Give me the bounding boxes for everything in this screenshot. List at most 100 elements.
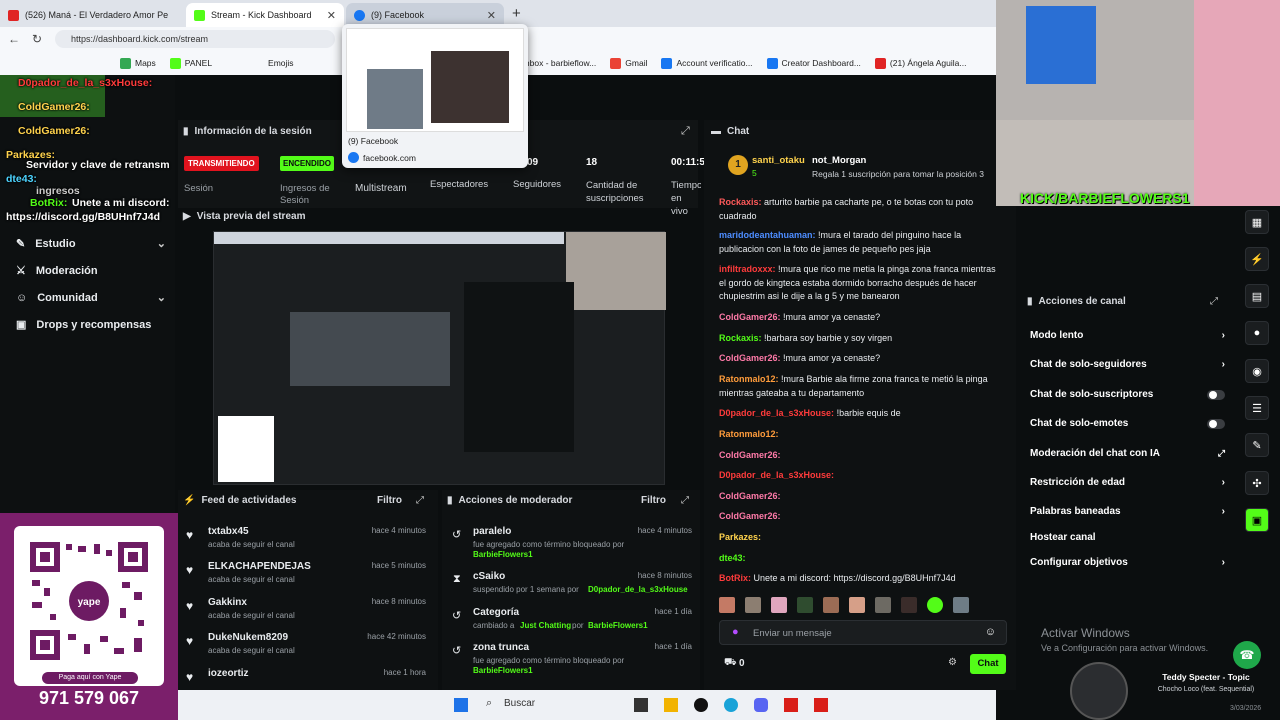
bookmark-angela[interactable]: (21) Ángela Aguila...: [874, 57, 966, 69]
support-icon[interactable]: ☎: [1233, 641, 1261, 669]
rail-apps-icon[interactable]: ✣: [1245, 471, 1269, 495]
bookmark-panel[interactable]: PANEL: [169, 57, 212, 69]
rail-list-icon[interactable]: ☰: [1245, 396, 1269, 420]
emote-icon[interactable]: [823, 597, 839, 613]
expand-icon[interactable]: ⤢: [681, 125, 690, 138]
mod-item-by[interactable]: BarbieFlowers1: [473, 550, 533, 559]
action-hostear-canal[interactable]: Hostear canal: [1030, 532, 1225, 543]
tab-kick-dashboard[interactable]: Stream - Kick Dashboard ✕: [186, 3, 344, 27]
sidebar-item-drops[interactable]: ▣ Drops y recompensas: [16, 318, 176, 332]
action-solo-suscriptores[interactable]: Chat de solo-suscriptores: [1030, 389, 1225, 400]
action-configurar-objetivos[interactable]: Configurar objetivos ›: [1030, 557, 1225, 568]
url-field[interactable]: https://dashboard.kick.com/stream: [55, 30, 335, 48]
action-restriccion-edad[interactable]: Restricción de edad ›: [1030, 477, 1225, 488]
app-icon[interactable]: [814, 698, 828, 712]
emote-icon[interactable]: [849, 597, 865, 613]
chat-username[interactable]: ColdGamer26:: [719, 353, 781, 363]
gear-icon[interactable]: ⚙: [948, 657, 957, 668]
expand-icon[interactable]: ⤢: [681, 495, 689, 506]
task-view-icon[interactable]: [634, 698, 648, 712]
chat-username[interactable]: Rockaxis:: [719, 197, 762, 207]
toggle-switch[interactable]: [1207, 389, 1225, 400]
chat-username[interactable]: ColdGamer26:: [719, 312, 781, 322]
action-solo-emotes[interactable]: Chat de solo-emotes: [1030, 418, 1225, 429]
edge-icon[interactable]: [724, 698, 738, 712]
emoji-icon[interactable]: ☺: [985, 626, 996, 638]
mod-item-by[interactable]: BarbieFlowers1: [473, 666, 533, 675]
tab-youtube[interactable]: (526) Maná - El Verdadero Amor Pe: [0, 3, 185, 27]
emote-icon[interactable]: [719, 597, 735, 613]
chat-username[interactable]: Parkazes:: [719, 532, 761, 542]
bookmark-account[interactable]: Account verificatio...: [661, 57, 753, 69]
chat-input[interactable]: ● Enviar un mensaje ☺: [719, 620, 1007, 645]
chat-username[interactable]: Rockaxis:: [719, 333, 762, 343]
maps-icon: [120, 57, 131, 69]
close-tab-icon[interactable]: ✕: [487, 9, 496, 22]
mod-filter-button[interactable]: Filtro: [641, 495, 666, 506]
chat-username[interactable]: maridodeantahuaman:: [719, 230, 816, 240]
bookmark-creator[interactable]: Creator Dashboard...: [766, 57, 861, 69]
bookmark-emojis[interactable]: Emojis: [268, 58, 294, 68]
emote-icon[interactable]: [875, 597, 891, 613]
chat-username[interactable]: ColdGamer26:: [719, 450, 781, 460]
taskbar-search[interactable]: Buscar: [504, 698, 535, 709]
emote-icon[interactable]: [797, 597, 813, 613]
rail-broadcast-icon[interactable]: ◉: [1245, 359, 1269, 383]
bookmark-label: Inbox - barbieflow...: [522, 58, 597, 68]
app-icon[interactable]: [784, 698, 798, 712]
microphone-icon[interactable]: ●: [732, 626, 739, 638]
expand-icon[interactable]: ⤢: [1210, 296, 1218, 307]
toggle-switch[interactable]: [1207, 418, 1225, 429]
rail-kick-icon[interactable]: ▣: [1245, 508, 1269, 532]
action-moderacion-ia[interactable]: Moderación del chat con IA ⤢: [1030, 448, 1225, 459]
heart-icon: ♥: [186, 634, 194, 648]
emote-icon[interactable]: [953, 597, 969, 613]
chat-username[interactable]: infiltradoxxx:: [719, 264, 776, 274]
chat-username[interactable]: Ratonmalo12:: [719, 374, 779, 384]
chat-username[interactable]: D0pador_de_la_s3xHouse:: [719, 470, 834, 480]
file-explorer-icon[interactable]: [664, 698, 678, 712]
sidebar-item-comunidad[interactable]: ☺ Comunidad ⌄: [16, 291, 166, 305]
chat-username[interactable]: D0pador_de_la_s3xHouse:: [719, 408, 834, 418]
stream-preview-video[interactable]: [213, 231, 666, 485]
rail-document-icon[interactable]: ▤: [1245, 284, 1269, 308]
chat-username[interactable]: ColdGamer26:: [719, 491, 781, 501]
action-palabras-baneadas[interactable]: Palabras baneadas ›: [1030, 506, 1225, 517]
obs-icon[interactable]: [694, 698, 708, 712]
rail-lightning-icon[interactable]: ⚡: [1245, 247, 1269, 271]
reload-icon[interactable]: ↻: [32, 32, 42, 46]
windows-start-icon[interactable]: [454, 698, 468, 712]
rail-chat-icon[interactable]: ▦: [1245, 210, 1269, 234]
mod-item-by[interactable]: D0pador_de_la_s3xHouse: [588, 585, 688, 594]
emote-icon[interactable]: [771, 597, 787, 613]
stat-value: 18: [586, 157, 598, 168]
gift-rank-icon: 1: [728, 155, 748, 175]
discord-icon[interactable]: [754, 698, 768, 712]
gift-user[interactable]: not_Morgan: [812, 155, 866, 166]
rail-message-icon[interactable]: ●: [1245, 321, 1269, 345]
mod-item-by[interactable]: Just Chatting: [520, 621, 571, 630]
chat-username[interactable]: dte43:: [719, 553, 746, 563]
sidebar-item-moderacion[interactable]: ⚔ Moderación: [16, 264, 166, 278]
pinned-user[interactable]: santi_otaku: [752, 155, 805, 166]
bookmark-maps[interactable]: Maps: [120, 57, 156, 69]
chat-username[interactable]: Ratonmalo12:: [719, 429, 779, 439]
back-icon[interactable]: ←: [8, 32, 20, 46]
new-tab-button[interactable]: +: [512, 5, 521, 22]
chat-username[interactable]: BotRix:: [719, 573, 751, 583]
action-solo-seguidores[interactable]: Chat de solo-seguidores ›: [1030, 359, 1225, 370]
emote-icon[interactable]: [901, 597, 917, 613]
action-modo-lento[interactable]: Modo lento ›: [1030, 330, 1225, 341]
emote-icon[interactable]: [927, 597, 943, 613]
expand-icon[interactable]: ⤢: [416, 495, 424, 506]
feed-filter-button[interactable]: Filtro: [377, 495, 402, 506]
yape-caption: Paga aquí con Yape: [42, 672, 138, 684]
rail-wrench-icon[interactable]: ✎: [1245, 433, 1269, 457]
close-tab-icon[interactable]: ✕: [327, 9, 336, 22]
sidebar-item-estudio[interactable]: ✎ Estudio ⌄: [16, 237, 166, 251]
send-chat-button[interactable]: Chat: [970, 654, 1006, 674]
bookmark-gmail[interactable]: Gmail: [610, 57, 647, 69]
mod-item-by[interactable]: BarbieFlowers1: [588, 621, 648, 630]
emote-icon[interactable]: [745, 597, 761, 613]
chat-username[interactable]: ColdGamer26:: [719, 511, 781, 521]
